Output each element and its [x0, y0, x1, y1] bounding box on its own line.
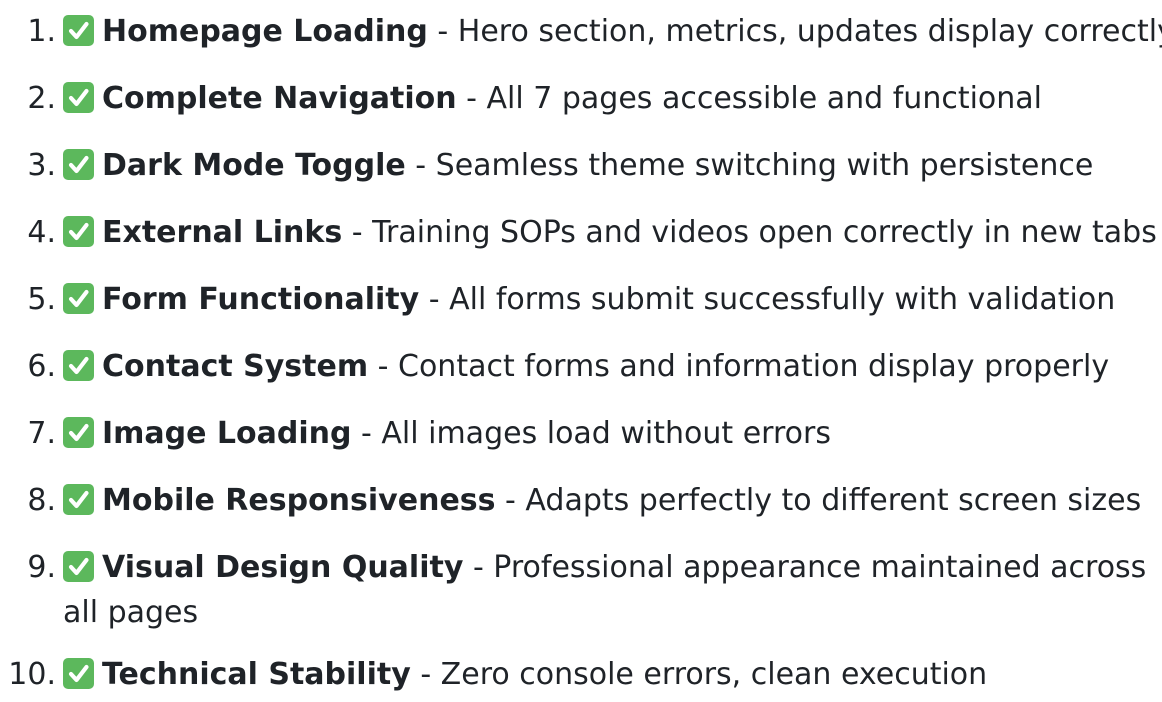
item-title: Technical Stability: [102, 657, 411, 692]
item-number: 7.: [27, 416, 56, 451]
item-title: External Links: [102, 215, 343, 250]
check-mark-button-icon: [63, 82, 94, 113]
item-number: 9.: [27, 550, 56, 585]
check-mark-button-icon: [63, 149, 94, 180]
item-title: Dark Mode Toggle: [102, 148, 406, 183]
check-mark-button-icon: [63, 417, 94, 448]
item-title: Contact System: [102, 349, 369, 384]
checklist: 1. Homepage Loading - Hero section, metr…: [0, 0, 1162, 697]
item-description: - Training SOPs and videos open correctl…: [342, 215, 1157, 250]
item-number: 8.: [27, 483, 56, 518]
item-number: 5.: [27, 282, 56, 317]
list-item: 7. Image Loading - All images load witho…: [0, 411, 1162, 456]
item-description: - Hero section, metrics, updates display…: [427, 14, 1162, 49]
item-description: - Seamless theme switching with persiste…: [405, 148, 1094, 183]
check-mark-button-icon: [63, 551, 94, 582]
item-number: 2.: [27, 81, 56, 116]
item-title: Form Functionality: [102, 282, 420, 317]
check-mark-button-icon: [63, 15, 94, 46]
check-mark-button-icon: [63, 658, 94, 689]
list-item: 3. Dark Mode Toggle - Seamless theme swi…: [0, 143, 1162, 188]
list-item: 2. Complete Navigation - All 7 pages acc…: [0, 76, 1162, 121]
check-mark-button-icon: [63, 283, 94, 314]
item-number: 1.: [27, 14, 56, 49]
list-item: 5. Form Functionality - All forms submit…: [0, 277, 1162, 322]
list-item: 4. External Links - Training SOPs and vi…: [0, 210, 1162, 255]
item-title: Complete Navigation: [102, 81, 457, 116]
item-description: - All forms submit successfully with val…: [419, 282, 1116, 317]
item-description: - Zero console errors, clean execution: [410, 657, 988, 692]
check-mark-button-icon: [63, 484, 94, 515]
item-number: 4.: [27, 215, 56, 250]
item-description: - All 7 pages accessible and functional: [456, 81, 1043, 116]
list-item: 10. Technical Stability - Zero console e…: [0, 652, 1162, 697]
list-item: 1. Homepage Loading - Hero section, metr…: [0, 9, 1162, 54]
item-title: Visual Design Quality: [102, 550, 464, 585]
check-mark-button-icon: [63, 350, 94, 381]
item-number: 3.: [27, 148, 56, 183]
item-description: - Adapts perfectly to different screen s…: [495, 483, 1142, 518]
item-title: Homepage Loading: [102, 14, 428, 49]
list-item: 8. Mobile Responsiveness - Adapts perfec…: [0, 478, 1162, 523]
item-title: Mobile Responsiveness: [102, 483, 496, 518]
item-description: - All images load without errors: [351, 416, 831, 451]
item-number: 6.: [27, 349, 56, 384]
list-item: 6. Contact System - Contact forms and in…: [0, 344, 1162, 389]
item-description: - Contact forms and information display …: [368, 349, 1110, 384]
item-title: Image Loading: [102, 416, 352, 451]
item-number: 10.: [8, 657, 56, 692]
list-item: 9. Visual Design Quality - Professional …: [27, 545, 1162, 635]
check-mark-button-icon: [63, 216, 94, 247]
